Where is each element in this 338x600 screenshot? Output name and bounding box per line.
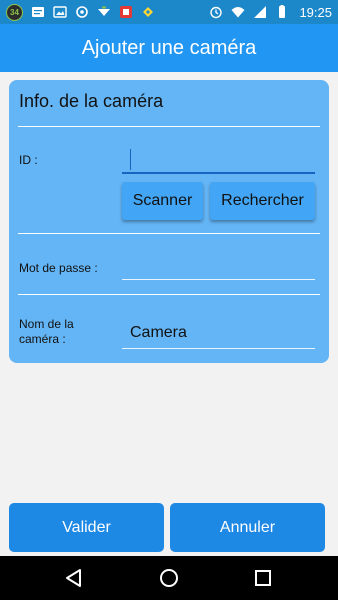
scan-button[interactable]: Scanner	[122, 182, 203, 220]
status-time: 19:25	[299, 4, 332, 20]
tag-icon	[143, 7, 153, 17]
navigation-bar	[0, 556, 338, 600]
app-bar: Ajouter une caméra	[0, 24, 338, 72]
camera-name-label-line: caméra :	[19, 332, 66, 346]
recents-icon[interactable]	[252, 567, 274, 589]
download-icon	[98, 6, 110, 16]
image-icon	[53, 6, 67, 18]
back-icon[interactable]	[63, 567, 85, 589]
camera-info-card: Info. de la caméra ID : Scanner Recherch…	[9, 80, 329, 363]
status-bar-right: 19:25	[209, 5, 332, 20]
sync-icon	[76, 6, 88, 18]
password-input[interactable]	[122, 252, 315, 280]
divider	[18, 126, 320, 127]
id-input[interactable]	[122, 146, 315, 174]
notification-count-icon: 34	[6, 3, 23, 21]
battery-icon	[279, 5, 286, 18]
signal-icon	[254, 6, 267, 18]
password-label: Mot de passe :	[19, 261, 98, 275]
card-title: Info. de la caméra	[19, 91, 164, 111]
home-icon[interactable]	[158, 567, 180, 589]
divider	[18, 233, 320, 234]
cancel-button[interactable]: Annuler	[170, 503, 325, 552]
text-cursor	[130, 149, 131, 170]
app-icon	[120, 6, 132, 18]
alarm-icon	[210, 6, 223, 19]
wifi-icon	[231, 7, 245, 18]
camera-name-input[interactable]	[122, 319, 315, 349]
camera-name-label: Nom de la caméra :	[19, 317, 74, 347]
status-bar-left: 34	[6, 3, 155, 21]
status-bar: 34 19:25	[0, 0, 338, 24]
validate-button[interactable]: Valider	[9, 503, 164, 552]
id-label: ID :	[19, 153, 38, 167]
page-title: Ajouter une caméra	[81, 36, 257, 59]
camera-name-label-line: Nom de la	[19, 317, 74, 331]
message-icon	[32, 7, 44, 17]
divider	[18, 294, 320, 295]
search-button[interactable]: Rechercher	[210, 182, 315, 220]
